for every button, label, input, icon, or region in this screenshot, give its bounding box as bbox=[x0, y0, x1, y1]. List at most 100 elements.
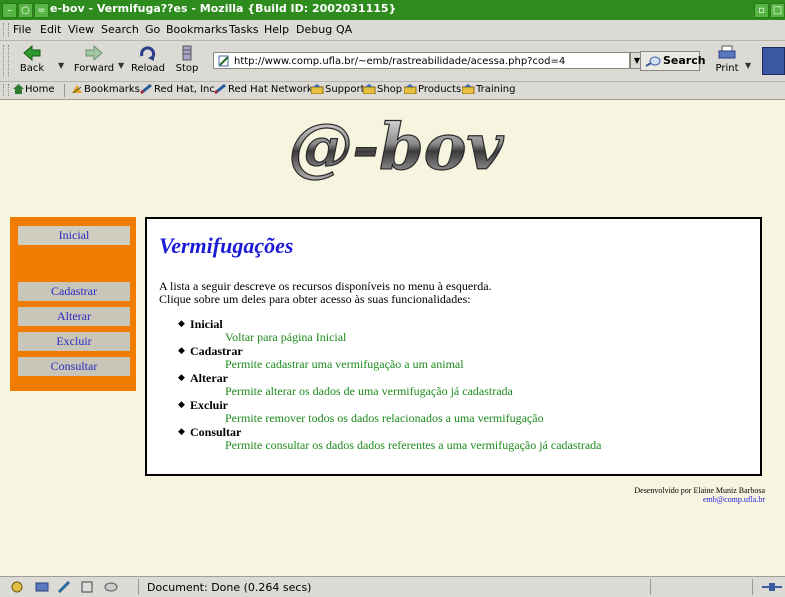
sidebar-item-alterar[interactable]: Alterar bbox=[18, 307, 130, 326]
ebov-logo: @-bov bbox=[288, 109, 505, 185]
reload-label: Reload bbox=[130, 63, 166, 74]
feature-description: Permite cadastrar uma vermifugação a um … bbox=[225, 357, 464, 371]
content-panel: Vermifugações A lista a seguir descreve … bbox=[145, 217, 762, 476]
navigation-toolbar: Back ▼ Forward ▼ Reload Stop http://www.… bbox=[0, 41, 785, 82]
window-maximize-small-button[interactable]: = bbox=[34, 3, 49, 18]
bullet-icon: ◆ bbox=[178, 399, 185, 409]
window-maximize-button[interactable]: □ bbox=[770, 3, 785, 18]
mail-icon[interactable] bbox=[35, 581, 49, 593]
toolbar-separator bbox=[64, 84, 65, 97]
menu-view[interactable]: View bbox=[68, 23, 94, 36]
window-minimize-button[interactable]: ▫ bbox=[754, 3, 769, 18]
url-field[interactable]: http://www.comp.ufla.br/~emb/rastreabili… bbox=[213, 52, 630, 69]
feature-description: Permite remover todos os dados relaciona… bbox=[225, 411, 544, 425]
sidebar-menu: Inicial Cadastrar Alterar Excluir Consul… bbox=[10, 217, 136, 391]
bookmark-redhat-network[interactable]: Red Hat Network bbox=[214, 83, 313, 95]
window-title: e-bov - Vermifuga??es - Mozilla {Build I… bbox=[50, 2, 397, 15]
folder-icon bbox=[362, 84, 376, 95]
page-heading: Vermifugações bbox=[159, 233, 294, 258]
menu-bookmarks[interactable]: Bookmarks bbox=[166, 23, 227, 36]
composer-icon[interactable] bbox=[57, 581, 71, 593]
bullet-icon: ◆ bbox=[178, 426, 185, 436]
feature-description: Permite consultar os dados dados referen… bbox=[225, 438, 602, 452]
bookmark-redhat-inc[interactable]: Red Hat, Inc. bbox=[140, 83, 218, 95]
folder-icon bbox=[403, 84, 417, 95]
status-separator bbox=[752, 579, 753, 595]
menu-help[interactable]: Help bbox=[264, 23, 289, 36]
bookmarks-icon bbox=[72, 85, 82, 94]
folder-icon bbox=[310, 84, 324, 95]
status-bar: Document: Done (0.264 secs) bbox=[0, 576, 785, 597]
print-button[interactable]: Print bbox=[714, 45, 740, 74]
personal-toolbar: Home Bookmarks Red Hat, Inc. Red Hat Net… bbox=[0, 82, 785, 100]
menu-go[interactable]: Go bbox=[145, 23, 160, 36]
page-proxy-icon bbox=[218, 55, 229, 67]
window-menu-button[interactable]: – bbox=[2, 3, 17, 18]
bookmark-home[interactable]: Home bbox=[13, 84, 55, 95]
mozilla-throbber-logo[interactable] bbox=[762, 47, 785, 75]
sidebar-item-excluir[interactable]: Excluir bbox=[18, 332, 130, 351]
credit-email-link[interactable]: emb@comp.ufla.br bbox=[634, 495, 765, 504]
chat-icon[interactable] bbox=[104, 581, 118, 593]
home-icon bbox=[13, 84, 24, 94]
print-options-dropdown[interactable]: ▼ bbox=[745, 61, 751, 70]
back-button[interactable]: Back bbox=[14, 45, 50, 74]
online-connection-icon[interactable] bbox=[762, 581, 782, 593]
feature-term: Excluir bbox=[190, 398, 228, 412]
stop-button[interactable]: Stop bbox=[172, 45, 202, 74]
page-content: @-bov Inicial Cadastrar Alterar Excluir … bbox=[0, 100, 785, 576]
logo-text: @-bov bbox=[288, 110, 504, 185]
menu-debug[interactable]: Debug bbox=[296, 23, 332, 36]
navigator-icon[interactable] bbox=[10, 581, 24, 593]
print-label: Print bbox=[715, 63, 739, 74]
navbar-grip[interactable] bbox=[3, 45, 9, 77]
search-magnifier-icon bbox=[645, 56, 661, 67]
reload-icon bbox=[140, 46, 156, 61]
forward-history-dropdown[interactable]: ▼ bbox=[118, 61, 124, 70]
address-book-icon[interactable] bbox=[80, 581, 94, 593]
feature-term: Alterar bbox=[190, 371, 228, 385]
intro-text: A lista a seguir descreve os recursos di… bbox=[159, 280, 492, 306]
bookmark-bookmarks[interactable]: Bookmarks bbox=[71, 84, 140, 95]
sidebar-item-consultar[interactable]: Consultar bbox=[18, 357, 130, 376]
print-icon bbox=[718, 45, 736, 59]
bullet-icon: ◆ bbox=[178, 318, 185, 328]
personal-toolbar-grip[interactable] bbox=[3, 84, 9, 96]
redhat-icon bbox=[140, 83, 152, 95]
forward-button[interactable]: Forward bbox=[72, 45, 116, 74]
redhat-icon bbox=[214, 83, 226, 95]
bullet-icon: ◆ bbox=[178, 372, 185, 382]
status-separator bbox=[650, 579, 651, 595]
folder-icon bbox=[461, 84, 475, 95]
window-shade-button[interactable]: ○ bbox=[18, 3, 33, 18]
feature-term: Inicial bbox=[190, 317, 223, 331]
bookmark-training[interactable]: Training bbox=[461, 84, 515, 95]
window-titlebar: – ○ = e-bov - Vermifuga??es - Mozilla {B… bbox=[0, 0, 785, 21]
forward-label: Forward bbox=[73, 63, 115, 74]
menu-tasks[interactable]: Tasks bbox=[229, 23, 258, 36]
reload-button[interactable]: Reload bbox=[130, 45, 166, 74]
menu-file[interactable]: File bbox=[13, 23, 31, 36]
bookmark-shop[interactable]: Shop bbox=[362, 84, 402, 95]
bookmark-support[interactable]: Support bbox=[310, 84, 365, 95]
feature-description: Voltar para página Inicial bbox=[225, 330, 347, 344]
back-history-dropdown[interactable]: ▼ bbox=[58, 61, 64, 70]
back-label: Back bbox=[19, 63, 45, 74]
sidebar-item-cadastrar[interactable]: Cadastrar bbox=[18, 282, 130, 301]
status-text: Document: Done (0.264 secs) bbox=[147, 581, 312, 594]
bullet-icon: ◆ bbox=[178, 345, 185, 355]
bookmark-products[interactable]: Products bbox=[403, 84, 461, 95]
menu-search[interactable]: Search bbox=[101, 23, 139, 36]
credit-line: Desenvolvido por Elaine Muniz Barbosa bbox=[634, 486, 765, 495]
menu-edit[interactable]: Edit bbox=[40, 23, 61, 36]
search-label: Search bbox=[663, 54, 706, 67]
search-button[interactable]: Search bbox=[640, 51, 706, 71]
menubar-grip[interactable] bbox=[3, 23, 9, 37]
url-text: http://www.comp.ufla.br/~emb/rastreabili… bbox=[234, 56, 566, 67]
sidebar-item-inicial[interactable]: Inicial bbox=[18, 226, 130, 245]
feature-description: Permite alterar os dados de uma vermifug… bbox=[225, 384, 513, 398]
back-arrow-icon bbox=[23, 45, 41, 61]
menu-qa[interactable]: QA bbox=[336, 23, 352, 36]
stop-icon bbox=[182, 45, 192, 61]
footer-credit: Desenvolvido por Elaine Muniz Barbosa em… bbox=[634, 486, 765, 504]
